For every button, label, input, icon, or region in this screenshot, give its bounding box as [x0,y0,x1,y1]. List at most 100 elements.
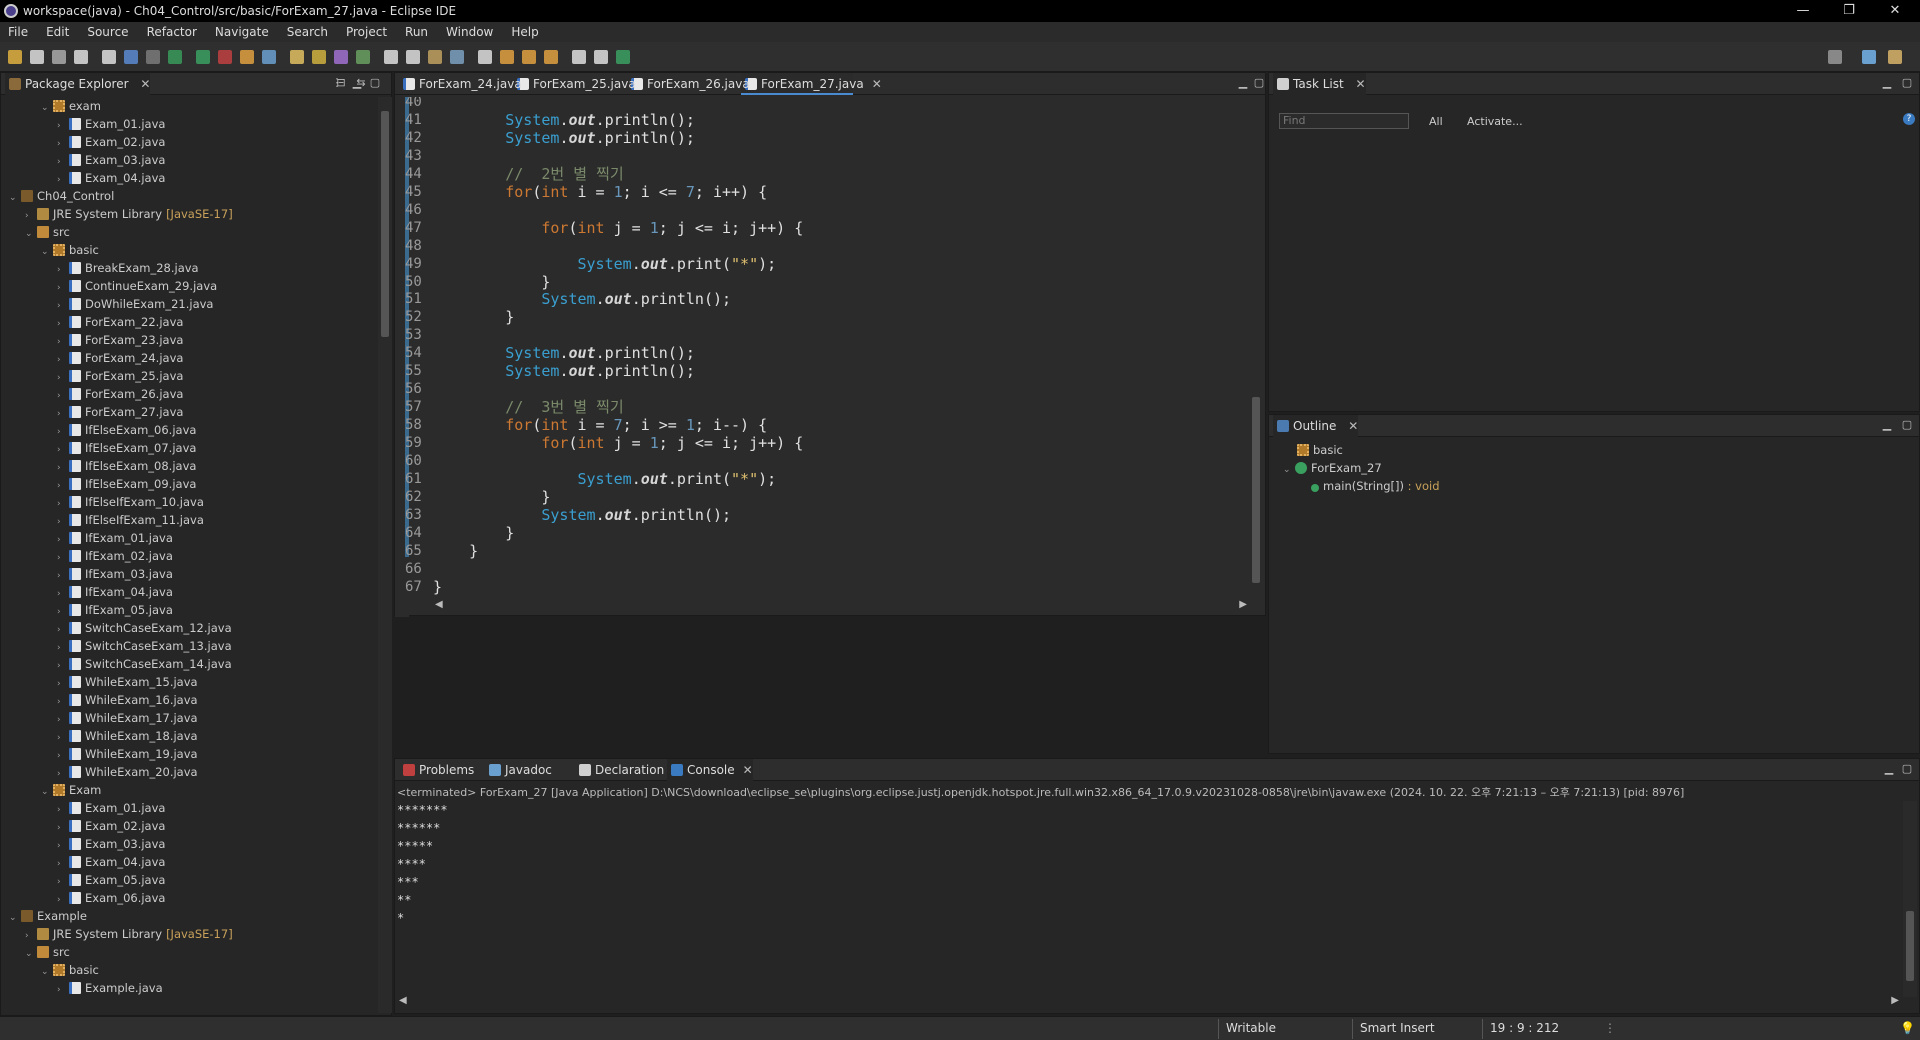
editor-vertical-scrollbar[interactable] [1249,97,1263,597]
tree-item[interactable]: › Exam_06.java [57,889,165,907]
minimize-editor-icon[interactable]: ▁ [1237,77,1249,89]
tab-package-explorer[interactable]: Package Explorer ✕ [5,73,151,95]
tree-item[interactable]: › Exam_03.java [57,151,165,169]
tree-item[interactable]: › BreakExam_28.java [57,259,199,277]
chevron-down-icon[interactable]: ⌄ [9,909,21,927]
code-line[interactable]: } [433,273,550,291]
minimize-icon[interactable]: — [1780,0,1826,22]
toolbar-button-icon[interactable] [30,50,44,64]
minimize-view-icon[interactable]: ▁ [1881,77,1893,89]
code-line[interactable]: for(int j = 1; j <= i; j++) { [433,434,803,452]
tree-item[interactable]: › Exam_01.java [57,115,165,133]
status-insert-mode[interactable]: Smart Insert [1360,1021,1435,1035]
tab-console[interactable]: Console ✕ [667,759,753,781]
tree-item[interactable]: › IfElseIfExam_10.java [57,493,204,511]
toolbar-button-icon[interactable] [356,50,370,64]
tree-item[interactable]: › WhileExam_16.java [57,691,198,709]
tree-item[interactable]: ⌄ src [25,223,70,241]
maximize-view-icon[interactable]: ▢ [1901,77,1913,89]
tree-item[interactable]: › IfElseIfExam_11.java [57,511,204,529]
menu-help[interactable]: Help [511,25,538,39]
toolbar-button-icon[interactable] [500,50,514,64]
minimize-view-icon[interactable]: ▁ [351,77,363,89]
tree-item[interactable]: › WhileExam_17.java [57,709,198,727]
chevron-down-icon[interactable]: ⌄ [41,783,53,801]
outline-class[interactable]: ⌄ ForExam_27 [1283,459,1382,477]
tree-item[interactable]: › IfElseExam_08.java [57,457,196,475]
menu-run[interactable]: Run [405,25,428,39]
task-activate-link[interactable]: Activate... [1467,115,1523,128]
tree-item[interactable]: › JRE System Library [JavaSE-17] [25,925,233,943]
console-scrollbar[interactable] [1903,801,1917,997]
tree-item[interactable]: › ForExam_23.java [57,331,183,349]
task-find-input[interactable]: Find [1279,113,1409,129]
editor-tab[interactable]: ForExam_27.java ✕ [741,73,882,95]
menu-source[interactable]: Source [87,25,128,39]
tree-scrollbar[interactable] [378,97,392,1013]
code-line[interactable]: System.out.print("*"); [433,255,777,273]
tree-item[interactable]: › JRE System Library [JavaSE-17] [25,205,233,223]
toolbar-button-icon[interactable] [572,50,586,64]
chevron-down-icon[interactable]: ⌄ [41,99,53,117]
tree-item[interactable]: › Exam_02.java [57,133,165,151]
restore-icon[interactable]: ❐ [1826,0,1872,22]
maximize-editor-icon[interactable]: ▢ [1253,77,1265,89]
toolbar-button-icon[interactable] [124,50,138,64]
tree-item[interactable]: › WhileExam_19.java [57,745,198,763]
tab-task-list[interactable]: Task List ✕ [1273,73,1366,95]
tree-item[interactable]: › ForExam_25.java [57,367,183,385]
maximize-view-icon[interactable]: ▢ [1901,763,1913,775]
menu-window[interactable]: Window [446,25,493,39]
tree-item[interactable]: › ForExam_27.java [57,403,183,421]
help-icon[interactable]: ? [1903,113,1915,125]
code-line[interactable]: } [433,308,514,326]
code-area[interactable]: 40 41 System.out.println(); 42 System.out.… [395,97,1247,595]
code-line[interactable]: } [433,578,442,595]
code-line[interactable]: // 3번 별 찍기 [433,398,623,416]
editor-tab[interactable]: ForExam_24.java [399,73,522,95]
code-line[interactable]: for(int i = 1; i <= 7; i++) { [433,183,767,201]
view-menu-icon[interactable]: ⋮ [331,77,343,89]
toolbar-button-icon[interactable] [406,50,420,64]
console-output[interactable]: ******* ****** ***** **** *** ** * [397,801,448,927]
tree-item[interactable]: › IfElseExam_07.java [57,439,196,457]
tree-item[interactable]: › IfElseExam_09.java [57,475,196,493]
tree-item[interactable]: › Exam_03.java [57,835,165,853]
tree-item[interactable]: › Exam_02.java [57,817,165,835]
code-line[interactable]: System.out.println(); [433,506,731,524]
menu-navigate[interactable]: Navigate [215,25,269,39]
console-horizontal-scrollbar[interactable]: ◀ ▶ [397,995,1901,1009]
code-line[interactable]: } [433,524,514,542]
tree-item[interactable]: › SwitchCaseExam_12.java [57,619,232,637]
close-tab-icon[interactable]: ✕ [872,77,882,91]
outline-method[interactable]: main(String[]) : void [1311,477,1440,495]
tree-item[interactable]: › IfExam_05.java [57,601,173,619]
tree-item[interactable]: › Exam_01.java [57,799,165,817]
toolbar-button-icon[interactable] [52,50,66,64]
toolbar-button-icon[interactable] [102,50,116,64]
console-scroll-thumb[interactable] [1906,911,1914,981]
toolbar-button-icon[interactable] [544,50,558,64]
toolbar-button-icon[interactable] [616,50,630,64]
chevron-right-icon[interactable]: › [57,981,69,999]
tree-item[interactable]: › ContinueExam_29.java [57,277,217,295]
tree-scroll-thumb[interactable] [381,111,389,337]
toolbar-button-icon[interactable] [240,50,254,64]
tree-item[interactable]: › IfExam_02.java [57,547,173,565]
code-line[interactable]: System.out.print("*"); [433,470,777,488]
tree-item[interactable]: › Example.java [57,979,163,997]
toolbar-button-icon[interactable] [334,50,348,64]
tab-outline[interactable]: Outline ✕ [1273,415,1359,437]
toolbar-button-icon[interactable] [428,50,442,64]
toolbar-button-icon[interactable] [8,50,22,64]
tree-item[interactable]: › WhileExam_15.java [57,673,198,691]
tree-item[interactable]: › IfExam_04.java [57,583,173,601]
toolbar-button-icon[interactable] [522,50,536,64]
tree-item[interactable]: ⌄ exam [41,97,101,115]
tree-item[interactable]: ⌄ basic [41,241,99,259]
toolbar-button-icon[interactable] [168,50,182,64]
search-icon[interactable] [1828,50,1842,64]
tree-item[interactable]: › WhileExam_18.java [57,727,198,745]
menu-edit[interactable]: Edit [46,25,69,39]
tree-item[interactable]: ⌄ src [25,943,70,961]
